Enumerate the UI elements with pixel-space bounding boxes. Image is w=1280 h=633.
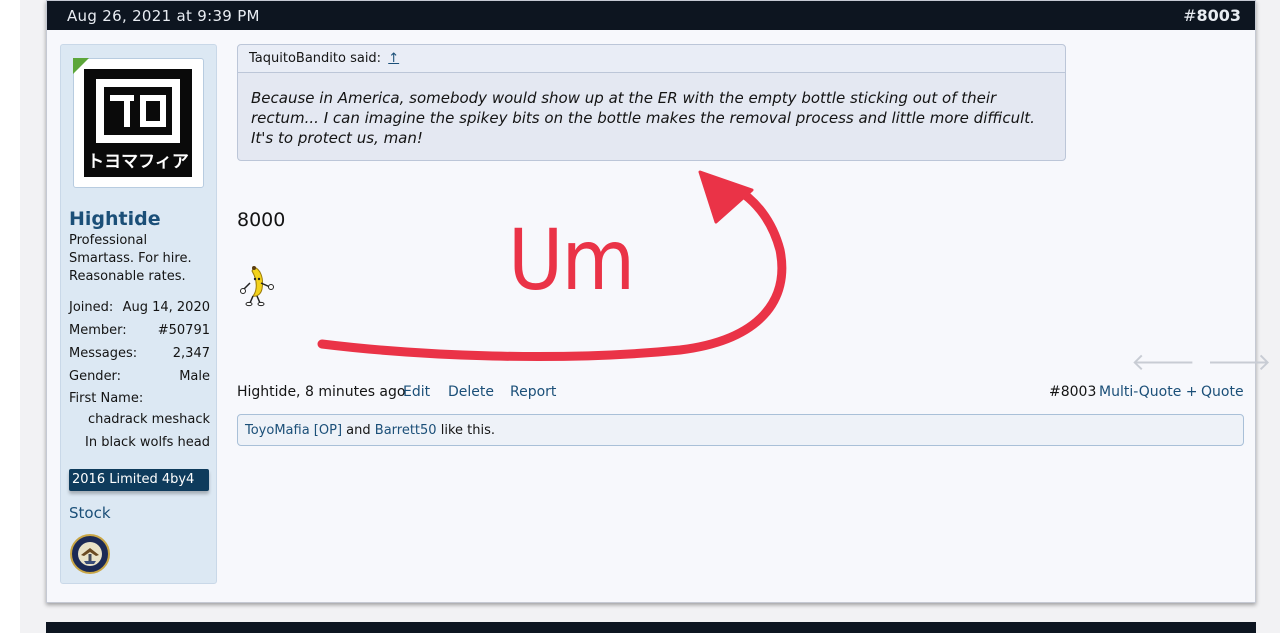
post-number-link[interactable]: #8003 [1049,384,1096,400]
page-left-margin [0,0,20,633]
avatar[interactable]: トヨマフィア [73,58,204,188]
post-number-prefix: # [1183,6,1197,25]
delete-link[interactable]: Delete [448,384,494,400]
stat-label: First Name: [69,391,144,406]
quoted-message: TaquitoBandito said: ↑ Because in Americ… [237,44,1066,161]
post-date[interactable]: Aug 26, 2021 at 9:39 PM [67,7,260,25]
avatar-logo-text: トヨマフィア [87,152,189,172]
quote-header: TaquitoBandito said: ↑ [238,45,1065,73]
quote-author: TaquitoBandito said: [249,51,382,66]
post-author-time: Hightide, 8 minutes ago [237,384,406,400]
forum-post: Aug 26, 2021 at 9:39 PM #8003 トヨマフィア Hig… [46,0,1271,603]
first-name-line: chadrack meshack [87,412,210,427]
stat-member: Member: #50791 [69,323,210,341]
report-link[interactable]: Report [510,384,556,400]
stat-label: Joined: [69,300,114,315]
stat-joined: Joined: Aug 14, 2020 [69,300,210,318]
stat-gender: Gender: Male [69,369,210,387]
stat-label: Member: [69,323,127,338]
toyomafia-logo-icon: トヨマフィア [84,69,192,177]
stat-messages: Messages: 2,347 [69,346,210,364]
likes-connector: and [346,423,371,438]
post-number: 8003 [1196,6,1241,25]
quote-text: Because in America, somebody would show … [251,89,1035,147]
stat-value[interactable]: 2,347 [173,346,210,361]
next-post-icon[interactable]: 🡒 [1207,347,1271,376]
message-footer: Hightide, 8 minutes ago Edit Delete Repo… [237,384,1245,404]
jump-to-quote-icon[interactable]: ↑ [388,51,399,66]
stat-label: Messages: [69,346,138,361]
annotation-text: Um [508,211,635,309]
liker-link[interactable]: ToyoMafia [OP] [245,423,342,438]
navy-seal-icon [70,534,110,574]
liker-link[interactable]: Barrett50 [375,423,437,438]
stat-value: Male [179,369,210,384]
post-header: Aug 26, 2021 at 9:39 PM #8003 [47,1,1255,30]
post-navigation: 🡐 🡒 [1131,347,1271,376]
multi-quote-button[interactable]: Multi-Quote + [1099,384,1198,400]
post-permalink[interactable]: #8003 [1183,6,1241,25]
stat-label: Gender: [69,369,122,384]
edit-link[interactable]: Edit [403,384,430,400]
stat-first-name: First Name: [69,391,210,409]
stat-value: Aug 14, 2020 [122,300,210,315]
quote-button[interactable]: Quote [1201,384,1244,400]
message-text: 8000 [237,209,286,231]
dancing-banana-icon [238,263,278,307]
vehicle-badge: 2016 Limited 4by4 [69,469,209,491]
modification-status: Stock [69,504,111,522]
likes-suffix: like this. [440,423,495,438]
next-post-header [46,622,1256,633]
stat-value: #50791 [157,323,210,338]
user-info-sidebar: トヨマフィア Hightide Professional Smartass. F… [60,44,217,584]
username[interactable]: Hightide [69,208,161,230]
first-name-line: In black wolfs head [85,435,210,450]
previous-post-icon[interactable]: 🡐 [1131,347,1195,376]
likes-summary: ToyoMafia [OP] and Barrett50 like this. [237,414,1244,446]
user-title: Professional Smartass. For hire. Reasona… [69,233,192,284]
